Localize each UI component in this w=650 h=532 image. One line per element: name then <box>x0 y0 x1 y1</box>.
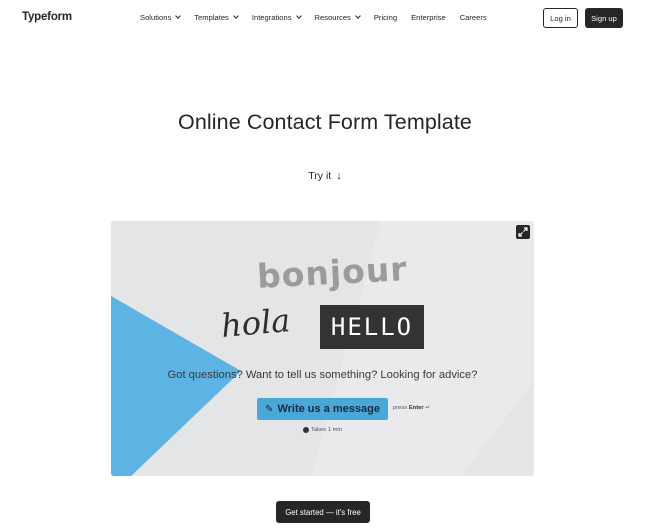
menu-item-label: Careers <box>459 13 487 22</box>
enter-key-icon: ↵ <box>425 405 431 411</box>
press-label: press <box>393 405 408 411</box>
form-question: Got questions? Want to tell us something… <box>167 369 478 381</box>
press-enter-hint: press Enter ↵ <box>393 405 430 411</box>
menu-item-solutions[interactable]: Solutions <box>140 13 182 22</box>
chevron-down-icon <box>175 13 182 19</box>
time-estimate-label: Takes 1 min <box>311 427 342 433</box>
menu-item-integrations[interactable]: Integrations <box>251 13 302 22</box>
menu-item-label: Resources <box>314 13 351 22</box>
menu-item-label: Integrations <box>251 13 292 22</box>
write-message-button[interactable]: ✎ Write us a message <box>257 398 388 420</box>
menu-item-label: Pricing <box>373 13 398 22</box>
typeform-logo[interactable]: Typeform <box>22 11 72 23</box>
menu-item-resources[interactable]: Resources <box>314 13 361 22</box>
menu-item-enterprise[interactable]: Enterprise <box>411 13 446 22</box>
chevron-down-icon <box>295 13 302 19</box>
menu-item-label: Enterprise <box>411 13 446 22</box>
chevron-down-icon <box>233 13 239 19</box>
menu-item-pricing[interactable]: Pricing <box>374 13 397 22</box>
time-estimate: Takes 1 min <box>303 427 342 433</box>
top-navigation: Typeform Solutions Templates Integration… <box>0 0 650 36</box>
hello-label: HELLO <box>320 305 424 349</box>
write-message-label: Write us a message <box>277 403 380 415</box>
menu-item-label: Templates <box>194 13 229 22</box>
pencil-icon: ✎ <box>265 403 274 415</box>
menu-item-templates[interactable]: Templates <box>194 13 239 22</box>
clock-icon <box>303 427 309 433</box>
form-preview[interactable]: bonjour hola HELLO Got questions? Want t… <box>111 221 534 476</box>
get-started-button[interactable]: Get started — it's free <box>276 501 370 523</box>
chevron-down-icon <box>355 13 361 19</box>
login-button[interactable]: Log in <box>543 8 578 28</box>
main-menu: Solutions Templates Integrations Resourc… <box>140 13 501 22</box>
page-title: Online Contact Form Template <box>178 110 472 134</box>
bonjour-word: bonjour <box>256 249 409 296</box>
arrow-down-icon: ↓ <box>336 170 342 182</box>
expand-icon[interactable] <box>516 225 530 239</box>
hello-word: HELLO <box>330 313 414 341</box>
menu-item-label: Solutions <box>140 13 172 22</box>
menu-item-careers[interactable]: Careers <box>460 13 487 22</box>
hola-word: hola <box>219 301 292 345</box>
try-it-link[interactable]: Try it ↓ <box>0 170 650 182</box>
signup-button[interactable]: Sign up <box>585 8 623 28</box>
enter-key-label: Enter <box>408 405 424 411</box>
try-it-label: Try it <box>308 170 332 182</box>
